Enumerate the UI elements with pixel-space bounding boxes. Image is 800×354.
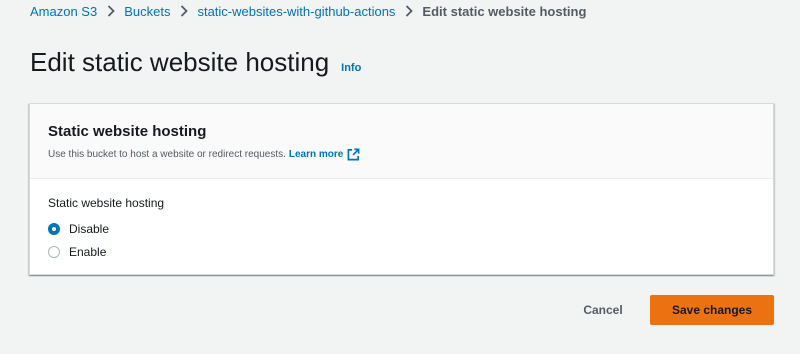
static-hosting-container: Static website hosting Use this bucket t… [29,103,774,275]
save-changes-button[interactable]: Save changes [650,295,774,325]
container-body: Static website hosting Disable Enable [30,179,773,263]
cancel-button[interactable]: Cancel [566,296,640,324]
breadcrumb-item-buckets[interactable]: Buckets [124,4,170,19]
learn-more-link[interactable]: Learn more [289,148,360,161]
external-link-icon [347,148,360,161]
radio-button-enable[interactable] [48,245,60,258]
chevron-right-icon [107,5,115,17]
radio-option-enable[interactable]: Enable [48,240,755,263]
section-heading: Static website hosting [48,123,207,140]
chevron-right-icon [180,5,189,17]
breadcrumb-item-amazon-s3[interactable]: Amazon S3 [30,4,97,19]
radio-label-disable: Disable [69,221,110,236]
hosting-field-label: Static website hosting [48,196,165,210]
info-link[interactable]: Info [341,62,361,74]
radio-label-enable: Enable [69,244,107,259]
page: Amazon S3 Buckets static-websites-with-g… [0,0,800,354]
description-text: Use this bucket to host a website or red… [48,149,286,160]
learn-more-label: Learn more [288,149,344,160]
title-row: Edit static website hosting Info [30,45,361,79]
radio-option-disable[interactable]: Disable [48,217,755,240]
section-description: Use this bucket to host a website or red… [48,148,755,161]
radio-button-disable[interactable] [48,222,60,235]
breadcrumb-item-bucket-name[interactable]: static-websites-with-github-actions [197,4,395,19]
breadcrumb: Amazon S3 Buckets static-websites-with-g… [30,0,586,22]
container-header: Static website hosting Use this bucket t… [30,104,773,179]
breadcrumb-current: Edit static website hosting [422,3,587,19]
page-title: Edit static website hosting [30,47,330,77]
chevron-right-icon [405,5,414,17]
